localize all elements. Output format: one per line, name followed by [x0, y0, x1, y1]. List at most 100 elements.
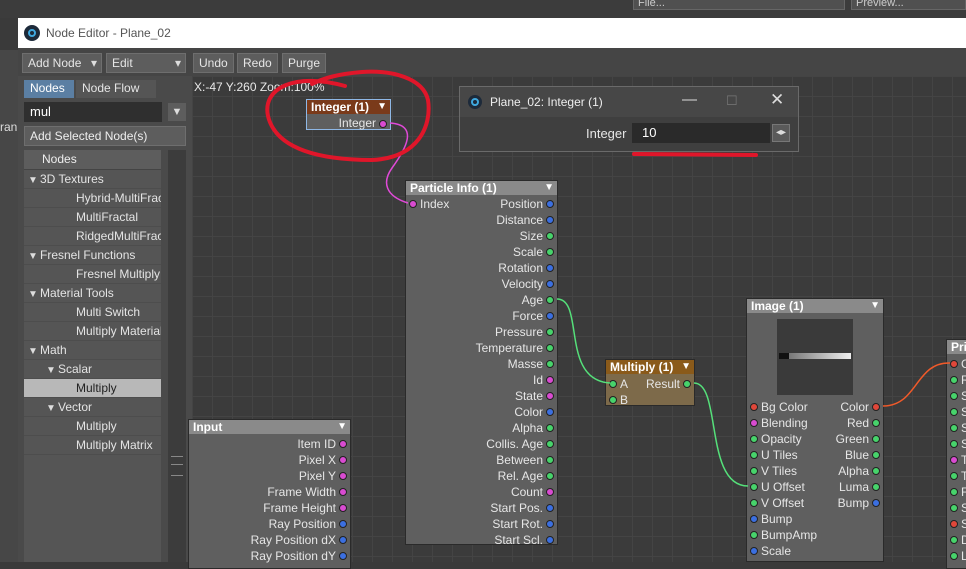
add-node-dropdown[interactable]: Add Node	[22, 53, 102, 73]
tree-item[interactable]: ▼ Material Tools	[24, 284, 161, 303]
output-port[interactable]	[546, 360, 554, 368]
output-port[interactable]	[546, 264, 554, 272]
spin-arrows-icon[interactable]: ◂▸	[772, 124, 790, 142]
output-port[interactable]	[872, 403, 880, 411]
output-port[interactable]	[339, 504, 347, 512]
input-port[interactable]	[750, 531, 758, 539]
integer-value-input[interactable]: 10	[632, 123, 770, 143]
output-port[interactable]	[546, 536, 554, 544]
integer-node[interactable]: Integer (1) ▼ Integer	[306, 99, 391, 130]
output-port[interactable]	[546, 456, 554, 464]
output-port[interactable]	[546, 232, 554, 240]
tree-item[interactable]: Multiply	[24, 379, 161, 398]
input-port[interactable]	[950, 488, 958, 496]
add-selected-nodes-button[interactable]: Add Selected Node(s)	[24, 126, 186, 146]
tree-item[interactable]: Fresnel Multiply	[24, 265, 161, 284]
output-port[interactable]	[546, 328, 554, 336]
input-port[interactable]	[950, 424, 958, 432]
input-port[interactable]	[950, 440, 958, 448]
tree-item[interactable]: RidgedMultiFractal	[24, 227, 161, 246]
tree-item[interactable]: ▼ 3D Textures	[24, 170, 161, 189]
output-port[interactable]	[546, 472, 554, 480]
tree-item[interactable]: ▼ Math	[24, 341, 161, 360]
tree-item[interactable]: ▼ Fresnel Functions	[24, 246, 161, 265]
host-preview-field[interactable]: Preview...	[851, 0, 966, 10]
input-node[interactable]: Input ▼ Item ID Pixel X Pixel Y Frame Width…	[188, 419, 351, 569]
chevron-down-icon[interactable]: ▼	[46, 361, 58, 378]
dialog-titlebar[interactable]: Plane_02: Integer (1) — ☐ ✕	[460, 87, 798, 117]
maximize-icon[interactable]: ☐	[726, 93, 738, 109]
tab-node-flow[interactable]: Node Flow	[76, 80, 156, 98]
input-port[interactable]	[950, 360, 958, 368]
node-search-input[interactable]: mul	[24, 102, 162, 122]
output-port[interactable]	[546, 488, 554, 496]
output-port[interactable]	[872, 451, 880, 459]
output-port[interactable]	[546, 280, 554, 288]
output-port[interactable]	[546, 424, 554, 432]
input-port[interactable]	[950, 552, 958, 560]
chevron-down-icon[interactable]: ▼	[28, 247, 40, 264]
scroll-grip-icon[interactable]	[171, 456, 183, 476]
output-port[interactable]	[546, 296, 554, 304]
chevron-down-icon[interactable]: ▼	[28, 342, 40, 359]
input-node-header[interactable]: Input ▼	[189, 420, 350, 434]
integer-node-header[interactable]: Integer (1) ▼	[307, 100, 390, 114]
tree-scrollbar[interactable]	[168, 150, 186, 562]
output-port[interactable]	[546, 344, 554, 352]
chevron-down-icon[interactable]: ▼	[46, 399, 58, 416]
chevron-down-icon[interactable]: ▼	[337, 420, 347, 434]
output-port[interactable]	[546, 312, 554, 320]
input-port[interactable]	[950, 520, 958, 528]
input-port[interactable]	[750, 419, 758, 427]
input-port[interactable]	[750, 435, 758, 443]
output-port[interactable]	[339, 472, 347, 480]
input-port[interactable]	[950, 376, 958, 384]
particle-info-header[interactable]: Particle Info (1) ▼	[406, 181, 557, 195]
chevron-down-icon[interactable]: ▼	[544, 181, 554, 195]
edit-dropdown[interactable]: Edit	[106, 53, 186, 73]
window-titlebar[interactable]: Node Editor - Plane_02	[18, 18, 966, 48]
output-port[interactable]	[546, 520, 554, 528]
chevron-down-icon[interactable]: ▼	[28, 285, 40, 302]
image-node-header[interactable]: Image (1) ▼	[747, 299, 883, 313]
minimize-icon[interactable]: —	[682, 91, 697, 108]
output-port[interactable]	[546, 392, 554, 400]
output-port[interactable]	[872, 467, 880, 475]
output-port[interactable]	[872, 435, 880, 443]
tab-nodes[interactable]: Nodes	[24, 80, 74, 98]
input-port[interactable]	[750, 483, 758, 491]
input-port[interactable]	[609, 380, 617, 388]
input-port[interactable]	[950, 536, 958, 544]
chevron-down-icon[interactable]: ▼	[870, 299, 880, 313]
redo-button[interactable]: Redo	[237, 53, 278, 73]
input-port[interactable]	[950, 456, 958, 464]
output-port[interactable]	[339, 552, 347, 560]
tree-item[interactable]: Multiply Material	[24, 322, 161, 341]
input-port[interactable]	[950, 472, 958, 480]
chevron-down-icon[interactable]: ▼	[377, 100, 387, 114]
tree-item[interactable]: Multiply Matrix	[24, 436, 161, 455]
chevron-down-icon[interactable]: ▼	[28, 171, 40, 188]
chevron-down-icon[interactable]: ▼	[168, 103, 186, 121]
input-port[interactable]	[750, 403, 758, 411]
output-port[interactable]	[546, 376, 554, 384]
input-port[interactable]	[750, 467, 758, 475]
input-port[interactable]	[950, 392, 958, 400]
multiply-node[interactable]: Multiply (1) ▼ A B Result	[605, 359, 695, 407]
multiply-node-header[interactable]: Multiply (1) ▼	[606, 360, 694, 374]
purge-button[interactable]: Purge	[282, 53, 327, 73]
output-port[interactable]	[872, 499, 880, 507]
input-port[interactable]	[750, 451, 758, 459]
output-port[interactable]	[339, 536, 347, 544]
undo-button[interactable]: Undo	[193, 53, 234, 73]
tree-item[interactable]: MultiFractal	[24, 208, 161, 227]
tree-item[interactable]: ▼ Scalar	[24, 360, 161, 379]
input-port[interactable]	[950, 504, 958, 512]
tree-item[interactable]: Multiply	[24, 417, 161, 436]
tree-item[interactable]: Hybrid-MultiFractal	[24, 189, 161, 208]
output-port[interactable]	[872, 419, 880, 427]
close-icon[interactable]: ✕	[770, 90, 784, 110]
input-port[interactable]	[750, 499, 758, 507]
tree-item[interactable]: Multi Switch	[24, 303, 161, 322]
output-port[interactable]	[339, 488, 347, 496]
